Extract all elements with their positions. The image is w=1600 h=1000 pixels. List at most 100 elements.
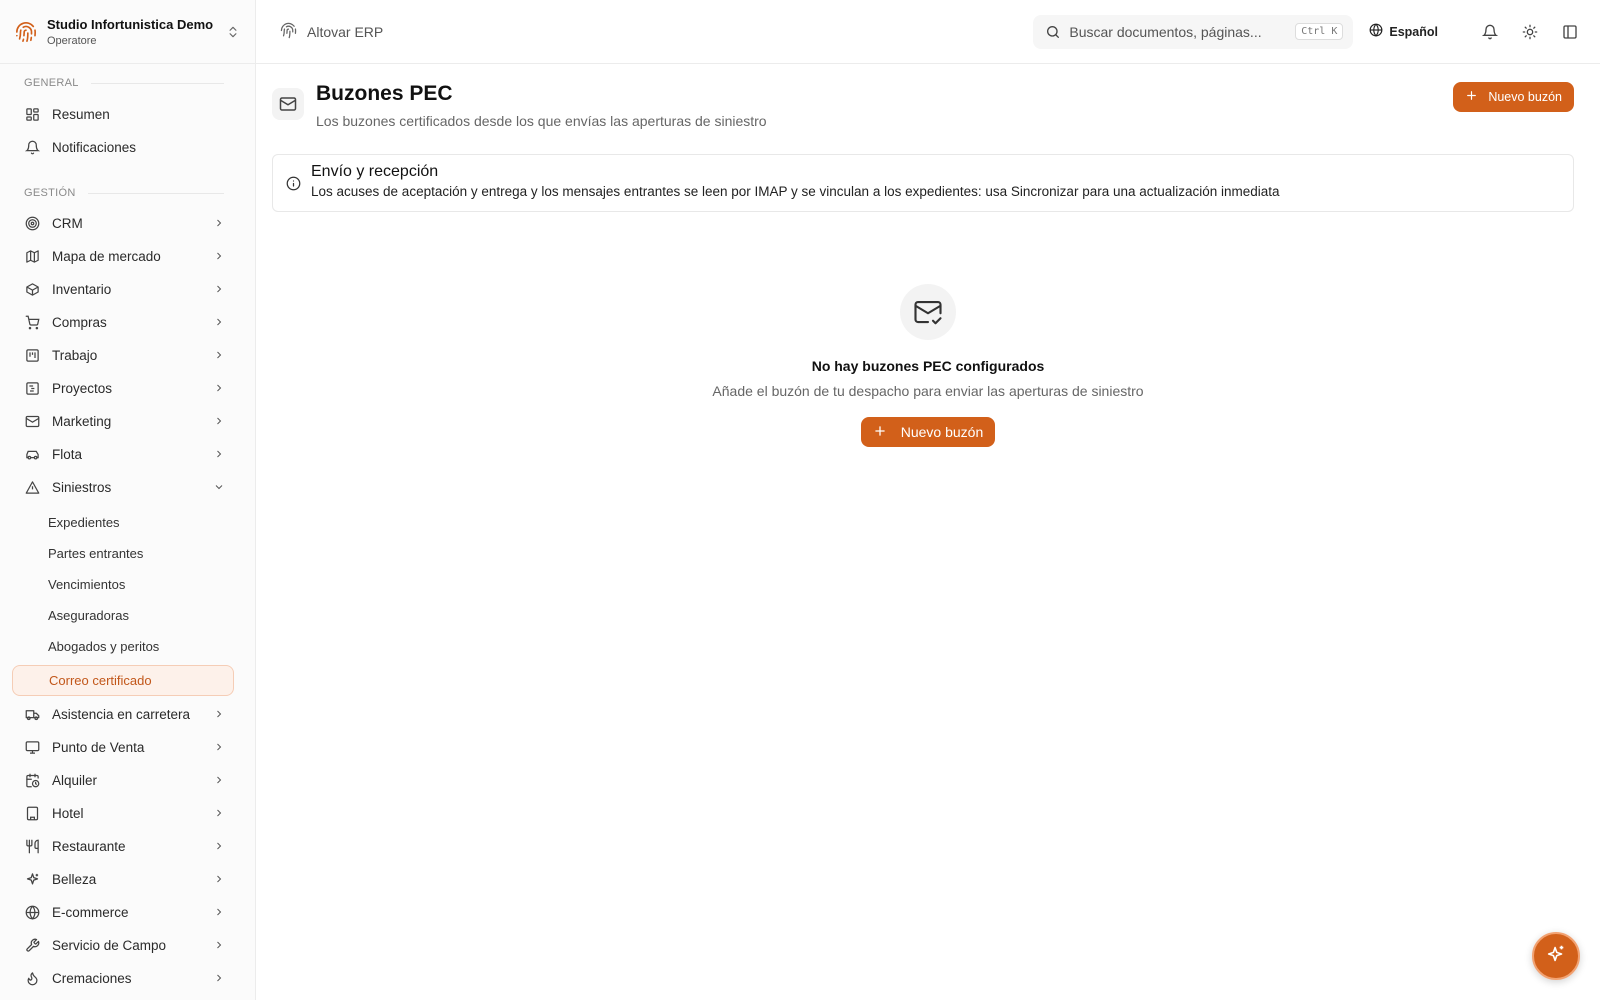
language-label: Español [1389,24,1438,39]
chevron-right-icon [212,381,226,395]
mail-icon [272,88,304,120]
search-shortcut: Ctrl K [1295,23,1344,40]
utensils-icon [24,838,40,854]
sidebar-item-label: Compras [52,314,107,330]
empty-state: No hay buzones PEC configurados Añade el… [256,284,1600,447]
section-label-general: GENERAL [24,77,224,89]
sidebar-item-alquiler[interactable]: Alquiler [12,764,234,796]
chevron-right-icon [212,971,226,985]
sidebar-subitem-aseguradoras[interactable]: Aseguradoras [12,600,234,631]
chevron-right-icon [212,806,226,820]
sidebar: Studio Infortunistica Demo Operatore GEN… [0,0,256,1000]
bell-icon[interactable] [1480,22,1500,42]
sidebar-item-siniestros[interactable]: Siniestros [12,471,234,503]
sidebar-item-label: Resumen [52,106,110,122]
globe-icon [24,904,40,920]
flame-icon [24,970,40,986]
sidebar-item-flota[interactable]: Flota [12,438,234,470]
sun-icon[interactable] [1520,22,1540,42]
fingerprint-icon [280,22,297,42]
bell-icon [24,139,40,155]
dashboard-icon [24,106,40,122]
truck-icon [24,706,40,722]
search-icon [1045,24,1061,40]
search-input[interactable]: Buscar documentos, páginas... Ctrl K [1033,14,1354,49]
sidebar-subitem-expedientes[interactable]: Expedientes [12,507,234,538]
page-subtitle: Los buzones certificados desde los que e… [316,113,767,129]
chevron-right-icon [212,315,226,329]
sidebar-item-crm[interactable]: CRM [12,207,234,239]
car-icon [24,446,40,462]
sidebar-item-label: Notificaciones [52,139,137,155]
cart-icon [24,314,40,330]
sidebar-item-trabajo[interactable]: Trabajo [12,339,234,371]
chevron-right-icon [212,216,226,230]
chevron-right-icon [212,938,226,952]
sidebar-item-label: Servicio de Campo [52,937,167,953]
map-icon [24,248,40,264]
fingerprint-icon [14,20,38,44]
chevron-right-icon [212,249,226,263]
breadcrumb[interactable]: Altovar ERP [280,22,383,42]
sidebar-item-servicio-de-campo[interactable]: Servicio de Campo [12,929,234,961]
sidebar-subitem-abogados-y-peritos[interactable]: Abogados y peritos [12,631,234,662]
org-name: Studio Infortunistica Demo [47,16,214,32]
mail-icon [24,413,40,429]
ai-assistant-button[interactable] [1532,932,1580,980]
calendar-clock-icon [24,772,40,788]
language-selector[interactable]: Español [1369,23,1438,40]
sidebar-item-e-commerce[interactable]: E-commerce [12,896,234,928]
empty-subtitle: Añade el buzón de tu despacho para envia… [712,383,1144,399]
sidebar-item-label: Punto de Venta [52,739,145,755]
sidebar-item-cremaciones[interactable]: Cremaciones [12,962,234,994]
main-content: Altovar ERP Buscar documentos, páginas..… [256,0,1600,1000]
sidebar-item-compras[interactable]: Compras [12,306,234,338]
button-label: Nuevo buzón [900,424,984,440]
org-switcher[interactable]: Studio Infortunistica Demo Operatore [0,0,255,64]
sparkles-icon [1545,943,1567,970]
wrench-icon [24,937,40,953]
sidebar-item-restaurante[interactable]: Restaurante [12,830,234,862]
sidebar-item-notificaciones[interactable]: Notificaciones [12,131,234,163]
topbar: Altovar ERP Buscar documentos, páginas..… [256,0,1600,64]
sidebar-subitem-vencimientos[interactable]: Vencimientos [12,569,234,600]
sidebar-item-label: Asistencia en carretera [52,706,191,722]
section-label-gestion: GESTIÓN [24,187,224,199]
sidebar-item-resumen[interactable]: Resumen [12,98,234,130]
kanban-icon [24,347,40,363]
sidebar-item-label: Belleza [52,871,97,887]
panel-toggle-icon[interactable] [1560,22,1580,42]
warning-icon [24,479,40,495]
chevron-right-icon [212,872,226,886]
sidebar-item-proyectos[interactable]: Proyectos [12,372,234,404]
sidebar-item-hotel[interactable]: Hotel [12,797,234,829]
sidebar-item-label: Restaurante [52,838,126,854]
page-title: Buzones PEC [316,82,453,105]
sidebar-item-label: Cremaciones [52,970,132,986]
empty-new-mailbox-button[interactable]: Nuevo buzón [860,417,996,447]
search-placeholder: Buscar documentos, páginas... [1069,23,1262,40]
chevron-right-icon [212,282,226,296]
package-icon [24,281,40,297]
sidebar-item-mapa-de-mercado[interactable]: Mapa de mercado [12,240,234,272]
info-icon [285,175,301,191]
sidebar-item-label: Mapa de mercado [52,248,161,264]
empty-title: No hay buzones PEC configurados [811,358,1045,374]
new-mailbox-button[interactable]: Nuevo buzón [1453,82,1574,112]
info-body: Los acuses de aceptación y entrega y los… [311,184,1280,199]
org-role: Operatore [47,34,97,47]
app-name: Altovar ERP [307,23,384,40]
sidebar-item-belleza[interactable]: Belleza [12,863,234,895]
sidebar-item-marketing[interactable]: Marketing [12,405,234,437]
info-callout: Envío y recepción Los acuses de aceptaci… [272,154,1574,212]
sidebar-item-label: Proyectos [52,380,113,396]
gantt-icon [24,380,40,396]
sidebar-item-punto-de-venta[interactable]: Punto de Venta [12,731,234,763]
sidebar-item-inventario[interactable]: Inventario [12,273,234,305]
globe-icon [1369,23,1383,40]
sidebar-item-label: Inventario [52,281,112,297]
plus-icon [1465,89,1478,105]
sidebar-subitem-partes-entrantes[interactable]: Partes entrantes [12,538,234,569]
sidebar-item-asistencia-en-carretera[interactable]: Asistencia en carretera [12,698,234,730]
sidebar-subitem-correo-certificado[interactable]: Correo certificado [12,665,234,696]
